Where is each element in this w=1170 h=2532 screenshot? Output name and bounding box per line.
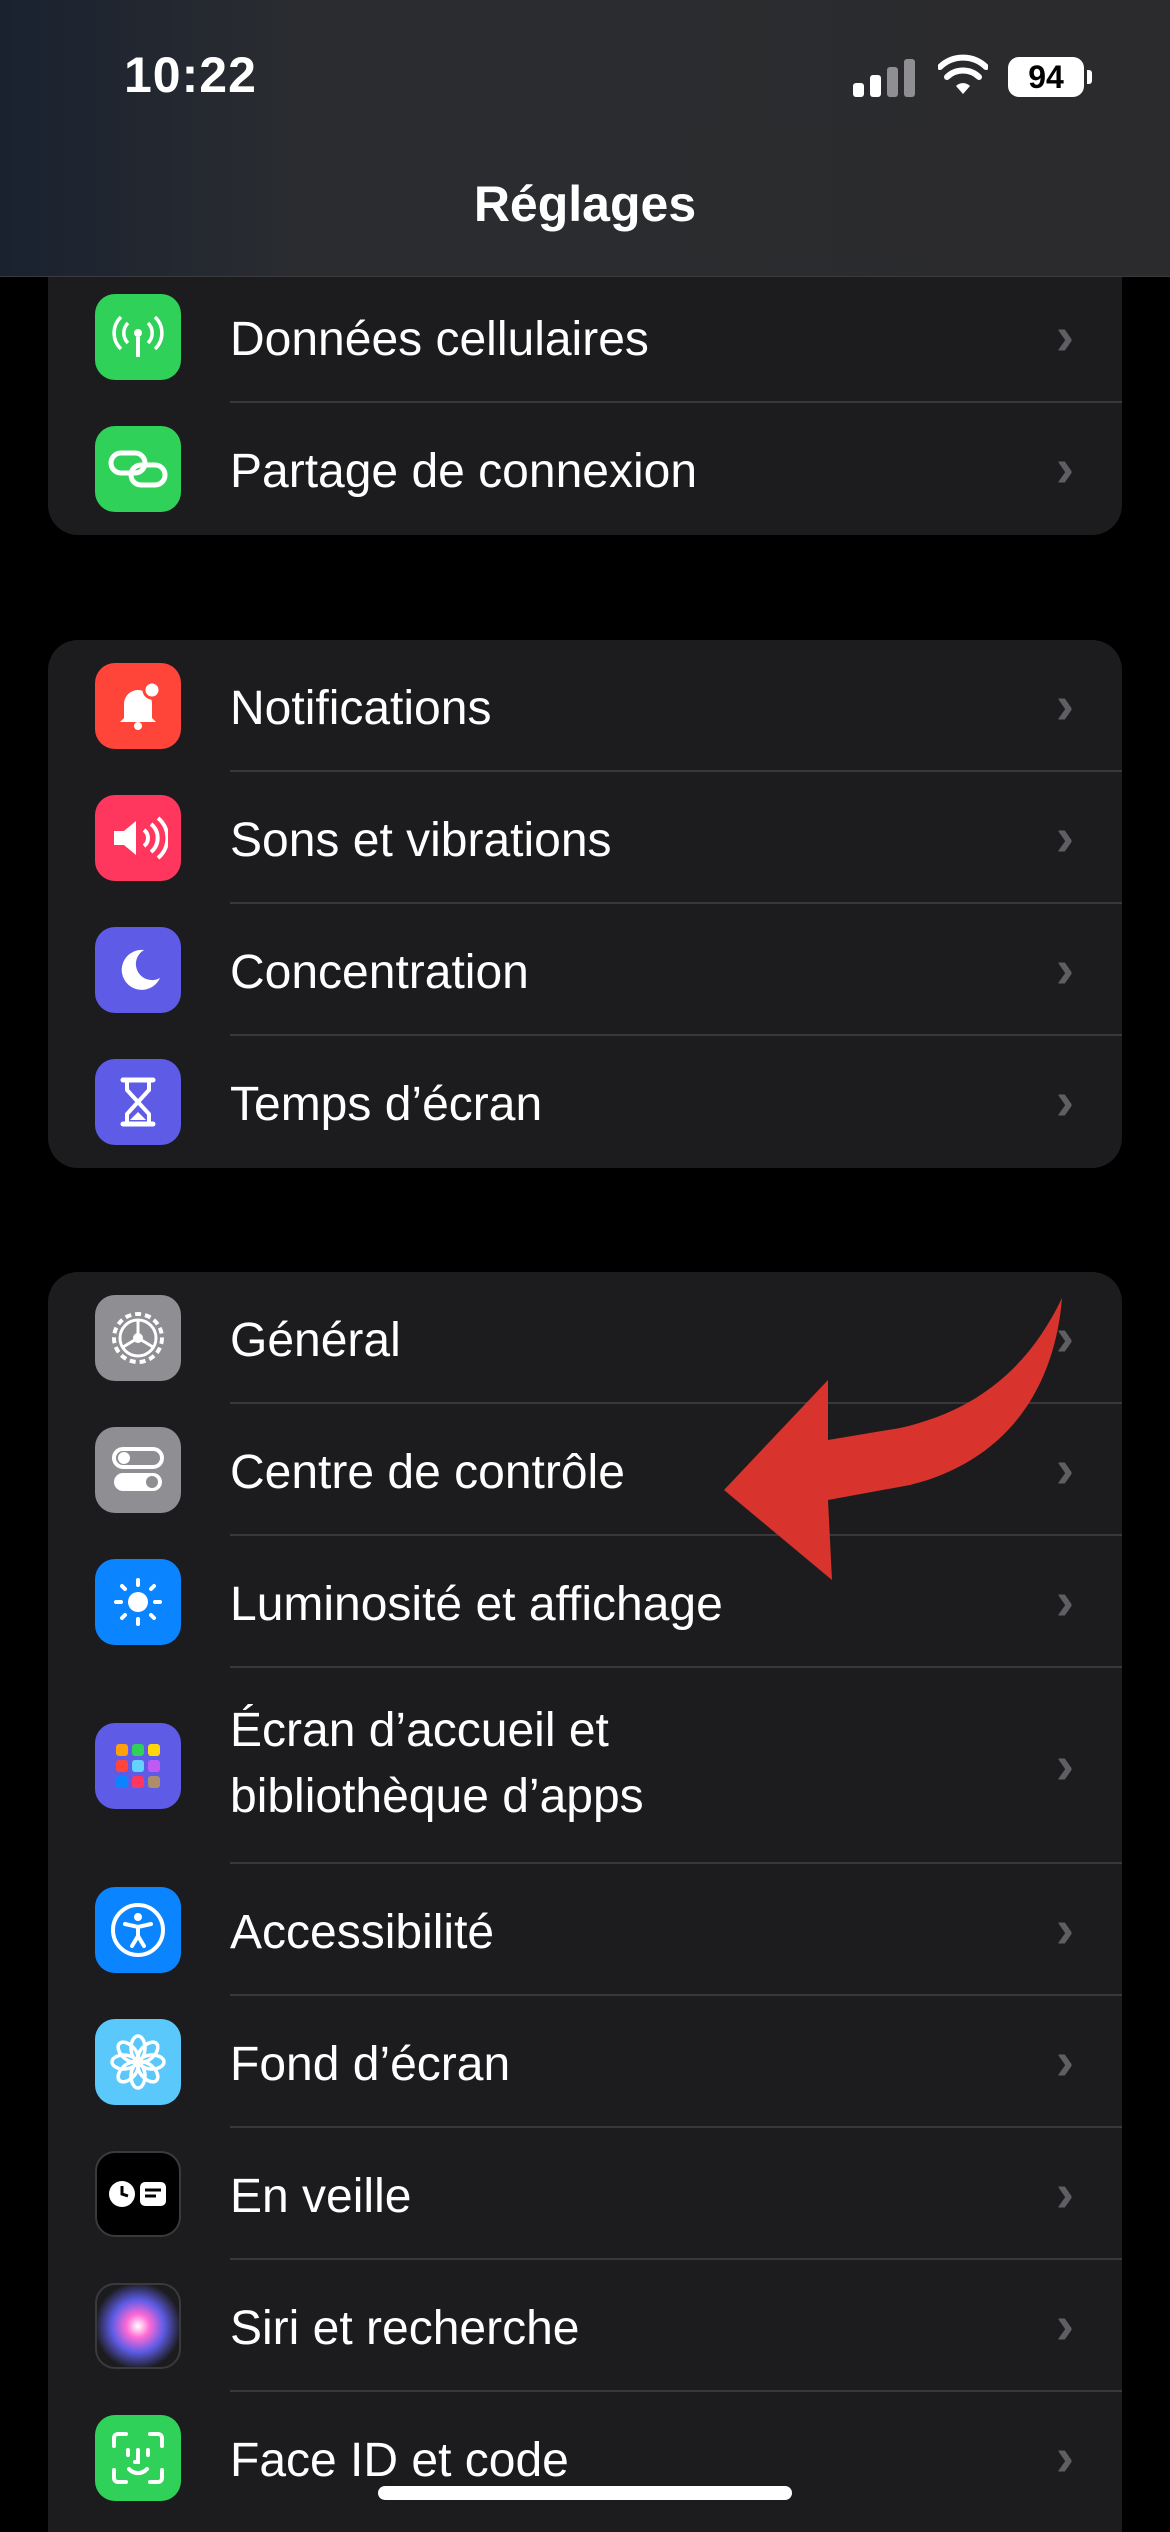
row-home-screen[interactable]: Écran d’accueil et bibliothèque d’apps › xyxy=(48,1668,1122,1864)
row-label: Temps d’écran xyxy=(230,1078,543,1131)
chevron-right-icon: › xyxy=(1056,2427,1074,2487)
row-label: Sons et vibrations xyxy=(230,814,612,867)
row-label: Partage de connexion xyxy=(230,445,698,498)
antenna-icon xyxy=(95,294,181,380)
battery-icon: 94 xyxy=(1008,57,1084,97)
chevron-right-icon: › xyxy=(1056,675,1074,735)
chevron-right-icon: › xyxy=(1056,2295,1074,2355)
row-sounds[interactable]: Sons et vibrations › xyxy=(48,772,1122,904)
chevron-right-icon: › xyxy=(1056,438,1074,498)
siri-icon xyxy=(95,2283,181,2369)
row-label: Notifications xyxy=(230,682,492,735)
status-bar: 10:22 94 Réglages xyxy=(0,0,1170,277)
annotation-arrow-icon xyxy=(724,1298,1062,1580)
row-label: Général xyxy=(230,1314,401,1367)
row-personal-hotspot[interactable]: Partage de connexion › xyxy=(48,403,1122,535)
row-label: Accessibilité xyxy=(230,1906,495,1959)
standby-icon xyxy=(95,2151,181,2237)
wifi-icon xyxy=(938,54,988,94)
row-label: En veille xyxy=(230,2170,412,2223)
row-standby[interactable]: En veille › xyxy=(48,2128,1122,2260)
chevron-right-icon: › xyxy=(1056,1735,1074,1795)
battery-tip xyxy=(1087,70,1092,84)
row-label-line-1: Écran d’accueil et xyxy=(230,1704,609,1757)
chevron-right-icon: › xyxy=(1056,306,1074,366)
face-id-icon xyxy=(95,2415,181,2501)
flower-icon xyxy=(95,2019,181,2105)
row-accessibility[interactable]: Accessibilité › xyxy=(48,1864,1122,1996)
app-grid-icon xyxy=(95,1723,181,1809)
cellular-signal-icon xyxy=(853,57,915,97)
row-cellular-data[interactable]: Données cellulaires › xyxy=(48,271,1122,403)
hourglass-icon xyxy=(95,1059,181,1145)
row-label: Données cellulaires xyxy=(230,313,649,366)
gear-icon xyxy=(95,1295,181,1381)
row-siri[interactable]: Siri et recherche › xyxy=(48,2260,1122,2392)
chevron-right-icon: › xyxy=(1056,2163,1074,2223)
row-notifications[interactable]: Notifications › xyxy=(48,640,1122,772)
row-face-id[interactable]: Face ID et code › xyxy=(48,2392,1122,2524)
chevron-right-icon: › xyxy=(1056,1899,1074,1959)
chevron-right-icon: › xyxy=(1056,1071,1074,1131)
link-icon xyxy=(95,426,181,512)
chevron-right-icon: › xyxy=(1056,939,1074,999)
row-label: Concentration xyxy=(230,946,529,999)
row-wallpaper[interactable]: Fond d’écran › xyxy=(48,1996,1122,2128)
row-focus[interactable]: Concentration › xyxy=(48,904,1122,1036)
bell-icon xyxy=(95,663,181,749)
sun-icon xyxy=(95,1559,181,1645)
page-title: Réglages xyxy=(473,176,697,232)
moon-icon xyxy=(95,927,181,1013)
row-label: Centre de contrôle xyxy=(230,1446,625,1499)
row-label-line-2: bibliothèque d’apps xyxy=(230,1770,644,1823)
accessibility-icon xyxy=(95,1887,181,1973)
row-screen-time[interactable]: Temps d’écran › xyxy=(48,1036,1122,1168)
speaker-icon xyxy=(95,795,181,881)
clock: 10:22 xyxy=(124,47,257,103)
row-label: Fond d’écran xyxy=(230,2038,511,2091)
chevron-right-icon: › xyxy=(1056,2031,1074,2091)
row-label: Face ID et code xyxy=(230,2434,569,2487)
chevron-right-icon: › xyxy=(1056,807,1074,867)
home-indicator[interactable] xyxy=(378,2486,792,2500)
row-label: Luminosité et affichage xyxy=(230,1578,723,1631)
settings-group-notifications: Notifications › Sons et vibrations › Con… xyxy=(48,640,1122,1168)
row-label: Siri et recherche xyxy=(230,2302,580,2355)
toggles-icon xyxy=(95,1427,181,1513)
